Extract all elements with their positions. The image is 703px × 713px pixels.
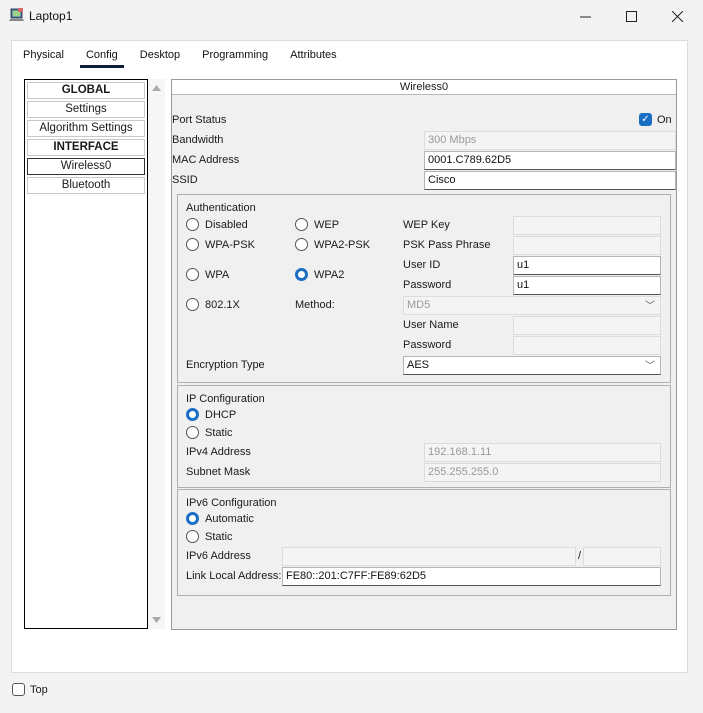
auth-wpa-label: WPA	[205, 269, 230, 281]
auth-disabled-radio[interactable]	[186, 218, 199, 231]
link-local-address-label: Link Local Address:	[186, 570, 282, 582]
password2-label: Password	[403, 339, 452, 351]
ip-static-radio[interactable]	[186, 426, 199, 439]
port-status-value: On	[657, 114, 672, 126]
top-label: Top	[30, 684, 48, 696]
dhcp-radio[interactable]	[186, 408, 199, 421]
ip-configuration-title: IP Configuration	[186, 393, 265, 405]
tab-physical[interactable]: Physical	[12, 44, 75, 67]
auth-wpa2-psk-radio[interactable]	[295, 238, 308, 251]
auth-wpa-psk-label: WPA-PSK	[205, 239, 255, 251]
sidebar-item-algorithm-settings[interactable]: Algorithm Settings	[27, 120, 145, 137]
chevron-down-icon: ﹀	[645, 301, 655, 312]
wep-key-label: WEP Key	[403, 219, 450, 231]
ipv4-address-label: IPv4 Address	[186, 446, 251, 458]
ssid-field[interactable]: Cisco	[424, 171, 676, 190]
close-icon	[671, 10, 683, 22]
auth-wep-radio[interactable]	[295, 218, 308, 231]
encryption-type-select[interactable]: AES ﹀	[403, 356, 661, 375]
wep-key-field	[513, 216, 661, 235]
method-label: Method:	[295, 299, 335, 311]
scroll-down-icon[interactable]	[152, 617, 161, 623]
bandwidth-label: Bandwidth	[172, 134, 224, 146]
maximize-button[interactable]	[608, 0, 654, 32]
user-name-label: User Name	[403, 319, 459, 331]
encryption-type-label: Encryption Type	[186, 359, 265, 371]
tab-bar: Physical Config Desktop Programming Attr…	[12, 44, 348, 68]
auth-8021x-label: 802.1X	[205, 299, 240, 311]
ipv6-automatic-label: Automatic	[205, 513, 254, 525]
top-checkbox[interactable]	[12, 683, 25, 696]
ipv6-automatic-radio[interactable]	[186, 512, 199, 525]
auth-wpa2-radio[interactable]	[295, 268, 308, 281]
ssid-label: SSID	[172, 174, 198, 186]
tab-attributes[interactable]: Attributes	[279, 44, 347, 67]
close-button[interactable]	[654, 0, 700, 32]
auth-wpa-radio[interactable]	[186, 268, 199, 281]
port-status-checkbox[interactable]: ✓	[639, 113, 652, 126]
password-field[interactable]: u1	[513, 276, 661, 295]
subnet-mask-label: Subnet Mask	[186, 466, 251, 478]
ipv6-prefix-slash: /	[578, 550, 582, 562]
minimize-button[interactable]	[562, 0, 608, 32]
mac-address-label: MAC Address	[172, 154, 240, 166]
config-sidebar: GLOBAL Settings Algorithm Settings INTER…	[24, 79, 148, 629]
panel-title: Wireless0	[172, 80, 676, 95]
ipv6-configuration-title: IPv6 Configuration	[186, 497, 277, 509]
method-select: MD5 ﹀	[403, 296, 661, 315]
link-local-address-field[interactable]: FE80::201:C7FF:FE89:62D5	[282, 567, 661, 586]
auth-wep-label: WEP	[314, 219, 340, 231]
auth-wpa2-label: WPA2	[314, 269, 345, 281]
mac-address-field[interactable]: 0001.C789.62D5	[424, 151, 676, 170]
ipv4-address-field: 192.168.1.11	[424, 443, 661, 462]
authentication-title: Authentication	[186, 202, 256, 214]
tab-programming[interactable]: Programming	[191, 44, 279, 67]
password-label: Password	[403, 279, 452, 291]
subnet-mask-field: 255.255.255.0	[424, 463, 661, 482]
bandwidth-field: 300 Mbps	[424, 131, 676, 150]
ipv6-prefix-field	[583, 547, 661, 566]
encryption-type-value: AES	[407, 359, 430, 371]
dhcp-label: DHCP	[205, 409, 237, 421]
scroll-up-icon[interactable]	[152, 85, 161, 91]
psk-pass-phrase-label: PSK Pass Phrase	[403, 239, 491, 251]
ipv6-static-radio[interactable]	[186, 530, 199, 543]
sidebar-item-wireless0[interactable]: Wireless0	[27, 158, 145, 175]
ipv6-static-label: Static	[205, 531, 233, 543]
ipv6-address-label: IPv6 Address	[186, 550, 251, 562]
sidebar-item-settings[interactable]: Settings	[27, 101, 145, 118]
auth-wpa2-psk-label: WPA2-PSK	[314, 239, 371, 251]
sidebar-header-interface: INTERFACE	[27, 139, 145, 156]
password2-field	[513, 336, 661, 355]
ip-static-label: Static	[205, 427, 233, 439]
chevron-down-icon: ﹀	[645, 361, 655, 372]
port-status-label: Port Status	[172, 114, 227, 126]
laptop-app-icon	[9, 8, 24, 21]
user-name-field	[513, 316, 661, 335]
user-id-field[interactable]: u1	[513, 256, 661, 275]
auth-8021x-radio[interactable]	[186, 298, 199, 311]
user-id-label: User ID	[403, 259, 441, 271]
sidebar-scrollbar[interactable]	[148, 79, 165, 629]
tab-config[interactable]: Config	[75, 44, 129, 68]
auth-wpa-psk-radio[interactable]	[186, 238, 199, 251]
method-value: MD5	[407, 299, 431, 311]
tab-desktop[interactable]: Desktop	[129, 44, 191, 67]
window-title: Laptop1	[29, 9, 73, 23]
psk-pass-phrase-field	[513, 236, 661, 255]
sidebar-header-global: GLOBAL	[27, 82, 145, 99]
ipv6-address-field	[282, 547, 576, 566]
maximize-icon	[625, 10, 637, 22]
auth-disabled-label: Disabled	[205, 219, 248, 231]
sidebar-item-bluetooth[interactable]: Bluetooth	[27, 177, 145, 194]
minimize-icon	[579, 16, 591, 17]
